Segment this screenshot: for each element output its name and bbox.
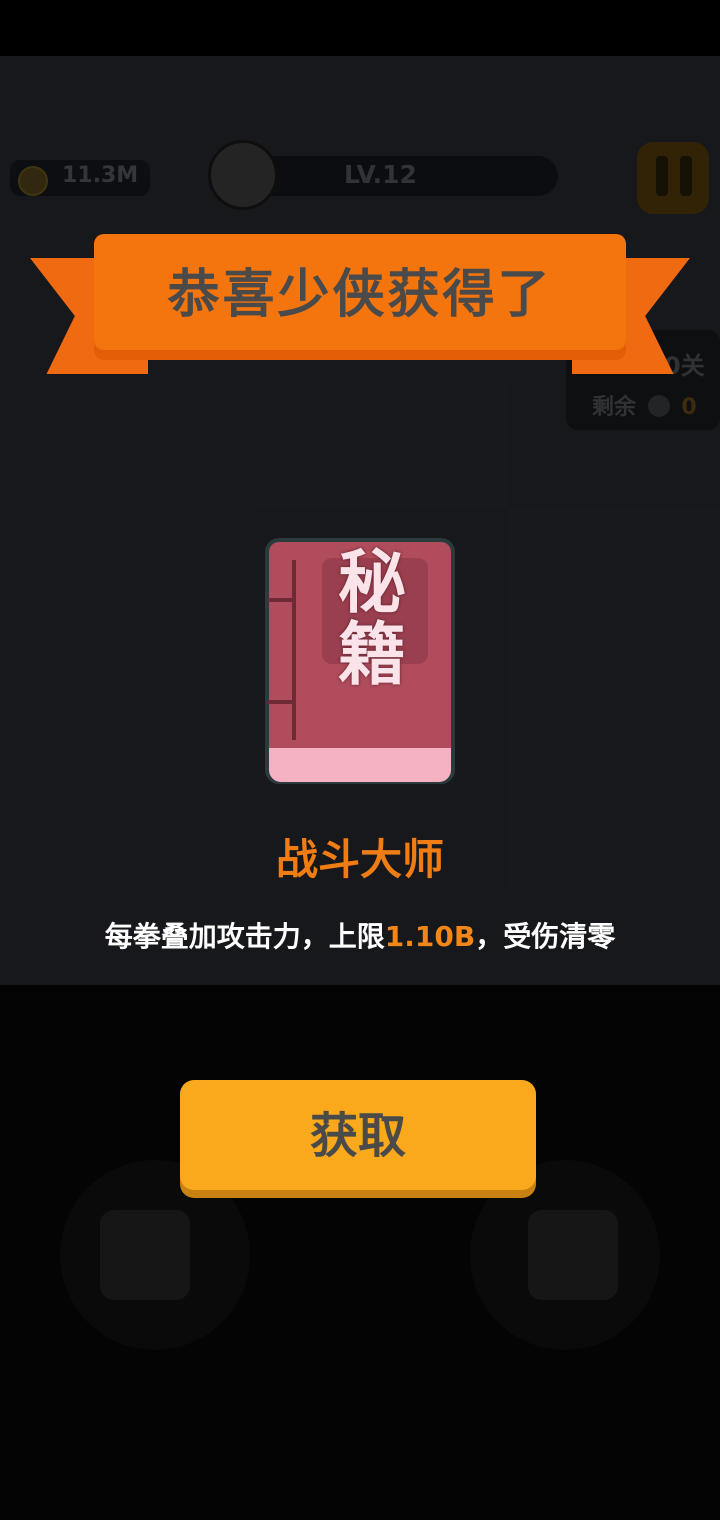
book-stitch — [268, 700, 296, 704]
book-pages — [269, 748, 451, 782]
claim-button[interactable]: 获取 — [180, 1080, 536, 1190]
description-suffix: ，受伤清零 — [475, 920, 616, 953]
item-name: 战斗大师 — [275, 835, 444, 884]
description-prefix: 每拳叠加攻击力，上限 — [104, 920, 385, 953]
item-description: 每拳叠加攻击力，上限1.10B，受伤清零 — [0, 915, 720, 955]
book-stitch — [268, 598, 296, 602]
description-value: 1.10B — [384, 920, 476, 953]
status-bar — [0, 0, 720, 56]
claim-button-label: 获取 — [309, 1108, 406, 1164]
dialog-title: 恭喜少侠获得了 — [167, 265, 553, 325]
book-spine — [292, 560, 296, 740]
book-title-text: 秘籍 — [337, 544, 406, 695]
